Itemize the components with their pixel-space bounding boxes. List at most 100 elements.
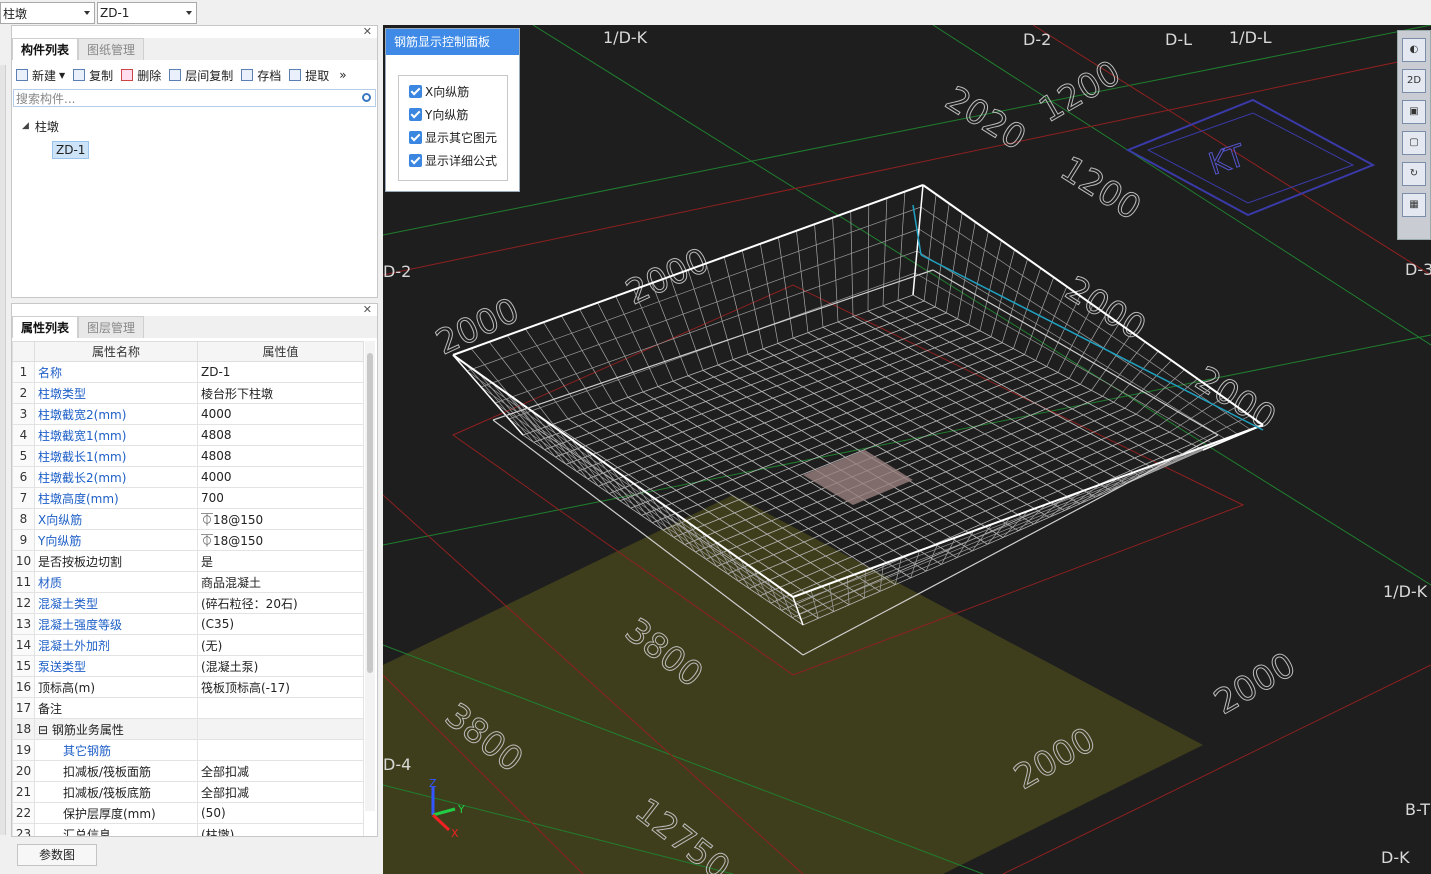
copy-button[interactable]: 复制 [73,67,113,84]
app-window: 柱墩 ZD-1 ✕ 构件列表 图纸管理 新建 ▼ 复制 删除 层间复制 存档 提取… [0,0,1431,874]
property-value[interactable]: 全部扣减 [197,781,364,803]
option-group: X向纵筋 Y向纵筋 显示其它图元 显示详细公式 [398,75,508,181]
close-icon[interactable]: ✕ [363,26,372,38]
category-select[interactable]: 柱墩 [0,2,95,24]
row-index: 3 [12,403,35,425]
property-value[interactable]: 4808 [197,445,364,467]
more-icon[interactable]: » [339,68,346,82]
table-row[interactable]: 4 柱墩截宽1(mm) 4808 [12,424,364,446]
tab-layer-manage[interactable]: 图层管理 [78,316,145,338]
orbit-icon[interactable]: ◐ [1402,38,1426,62]
new-button[interactable]: 新建 ▼ [16,67,65,84]
tab-drawing-manage[interactable]: 图纸管理 [78,38,145,60]
property-value[interactable] [197,718,364,740]
property-value[interactable]: 4000 [197,466,364,488]
table-row[interactable]: 6 柱墩截长2(mm) 4000 [12,466,364,488]
option-x-rebar[interactable]: X向纵筋 [399,80,507,103]
property-value[interactable] [197,697,364,719]
view-2d-icon[interactable]: 2D [1402,69,1426,93]
floor-copy-button[interactable]: 层间复制 [169,67,233,84]
rotate-icon[interactable]: ↻ [1402,162,1426,186]
property-value[interactable]: ⏁18@150 [197,508,364,530]
table-row[interactable]: 18 ⊟ 钢筋业务属性 [12,718,364,740]
property-value[interactable]: 全部扣减 [197,760,364,782]
property-value[interactable]: ZD-1 [197,361,364,383]
property-value[interactable]: 4808 [197,424,364,446]
param-diagram-button[interactable]: 参数图 [17,844,97,866]
checkbox[interactable] [409,85,422,98]
property-value[interactable]: (碎石粒径：20石) [197,592,364,614]
collapse-icon[interactable]: ⊟ [38,723,52,737]
table-row[interactable]: 9 Y向纵筋 ⏁18@150 [12,529,364,551]
extract-button[interactable]: 提取 [289,67,329,84]
property-name: 混凝土强度等级 [34,613,198,635]
table-row[interactable]: 10 是否按板边切割 是 [12,550,364,572]
tree-item[interactable]: ZD-1 [12,138,377,162]
table-row[interactable]: 3 柱墩截宽2(mm) 4000 [12,403,364,425]
table-row[interactable]: 14 混凝土外加剂 (无) [12,634,364,656]
property-value[interactable] [197,739,364,761]
search-icon[interactable] [362,93,371,102]
table-row[interactable]: 11 材质 商品混凝土 [12,571,364,593]
table-row[interactable]: 15 泵送类型 (混凝土泵) [12,655,364,677]
table-row[interactable]: 23 汇总信息 (柱墩) [12,823,364,836]
tab-property-list[interactable]: 属性列表 [12,316,79,338]
view-3d-icon[interactable]: ▣ [1402,100,1426,124]
property-value[interactable]: (柱墩) [197,823,364,836]
checkbox[interactable] [409,131,422,144]
tree-root[interactable]: ◢ 柱墩 [12,114,377,138]
rebar-line [922,184,1264,426]
expand-icon[interactable]: ◢ [22,121,29,131]
table-row[interactable]: 20 扣减板/筏板面筋 全部扣减 [12,760,364,782]
table-row[interactable]: 17 备注 [12,697,364,719]
option-show-formula[interactable]: 显示详细公式 [399,149,507,172]
property-value[interactable]: 4000 [197,403,364,425]
property-name: 柱墩截宽2(mm) [34,403,198,425]
property-value[interactable]: (C35) [197,613,364,635]
axis-label: 1/D-L [1229,28,1272,47]
tab-component-list[interactable]: 构件列表 [12,38,79,60]
delete-button[interactable]: 删除 [121,67,161,84]
property-name-text: 扣减板/筏板底筋 [63,785,152,800]
checkbox[interactable] [409,154,422,167]
scrollbar-thumb[interactable] [367,353,373,673]
property-value[interactable]: (无) [197,634,364,656]
property-value[interactable]: 商品混凝土 [197,571,364,593]
archive-button[interactable]: 存档 [241,67,281,84]
3d-viewport[interactable]: 1/D-K D-2 D-L 1/D-L D-2 D-3 1/D-K D-4 B-… [383,25,1431,874]
checkbox[interactable] [409,108,422,121]
row-index: 11 [12,571,35,593]
rebar-line [778,237,794,339]
component-select[interactable]: ZD-1 [97,2,197,24]
table-row[interactable]: 5 柱墩截长1(mm) 4808 [12,445,364,467]
grid-icon[interactable]: ▦ [1402,193,1426,217]
property-value[interactable]: 棱台形下柱墩 [197,382,364,404]
option-y-rebar[interactable]: Y向纵筋 [399,103,507,126]
table-row[interactable]: 12 混凝土类型 (碎石粒径：20石) [12,592,364,614]
property-value[interactable]: 筏板顶标高(-17) [197,676,364,698]
scrollbar[interactable] [365,341,375,811]
property-value[interactable]: ⏁18@150 [197,529,364,551]
property-value[interactable]: (混凝土泵) [197,655,364,677]
table-row[interactable]: 7 柱墩高度(mm) 700 [12,487,364,509]
property-value[interactable]: 700 [197,487,364,509]
table-row[interactable]: 16 顶标高(m) 筏板顶标高(-17) [12,676,364,698]
table-row[interactable]: 2 柱墩类型 棱台形下柱墩 [12,382,364,404]
table-row[interactable]: 22 保护层厚度(mm) (50) [12,802,364,824]
table-row[interactable]: 21 扣减板/筏板底筋 全部扣减 [12,781,364,803]
table-row[interactable]: 19 其它钢筋 [12,739,364,761]
property-value[interactable]: 是 [197,550,364,572]
row-index: 13 [12,613,35,635]
box-icon[interactable]: ▢ [1402,131,1426,155]
property-value[interactable]: (50) [197,802,364,824]
table-row[interactable]: 8 X向纵筋 ⏁18@150 [12,508,364,530]
table-row[interactable]: 1 名称 ZD-1 [12,361,364,383]
floor-copy-label: 层间复制 [185,68,234,83]
header-value: 属性值 [197,341,364,362]
option-show-other[interactable]: 显示其它图元 [399,126,507,149]
property-table: 属性名称 属性值 1 名称 ZD-1 2 柱墩类型 棱台形下柱墩 3 柱墩截宽2(mm) 400… [12,341,364,836]
axis-x-label: X [451,827,459,840]
close-icon[interactable]: ✕ [363,304,372,316]
search-input[interactable]: 搜索构件... [13,89,376,107]
table-row[interactable]: 13 混凝土强度等级 (C35) [12,613,364,635]
